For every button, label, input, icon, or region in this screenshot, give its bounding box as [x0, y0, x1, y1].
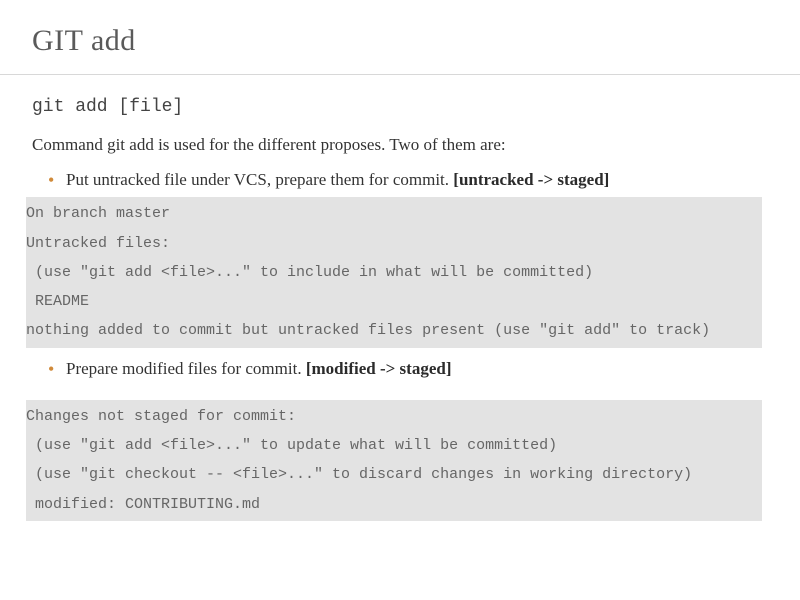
spacer [32, 386, 768, 400]
list-item: Prepare modified files for commit. [modi… [52, 356, 768, 382]
list-item: Put untracked file under VCS, prepare th… [52, 167, 768, 193]
slide-content: git add [file] Command git add is used f… [0, 75, 800, 521]
purpose-list-continued: Prepare modified files for commit. [modi… [32, 356, 768, 382]
terminal-output-modified: Changes not staged for commit: (use "git… [26, 400, 762, 521]
terminal-output-untracked: On branch master Untracked files: (use "… [26, 197, 762, 347]
command-syntax: git add [file] [32, 97, 768, 117]
purpose-list: Put untracked file under VCS, prepare th… [32, 167, 768, 193]
slide-title: GIT add [32, 24, 768, 58]
slide-header: GIT add [0, 0, 800, 75]
list-item-text: Put untracked file under VCS, prepare th… [66, 170, 453, 189]
list-item-text: Prepare modified files for commit. [66, 359, 306, 378]
intro-text: Command git add is used for the differen… [32, 135, 768, 155]
state-transition-tag: [modified -> staged] [306, 359, 452, 378]
state-transition-tag: [untracked -> staged] [453, 170, 609, 189]
